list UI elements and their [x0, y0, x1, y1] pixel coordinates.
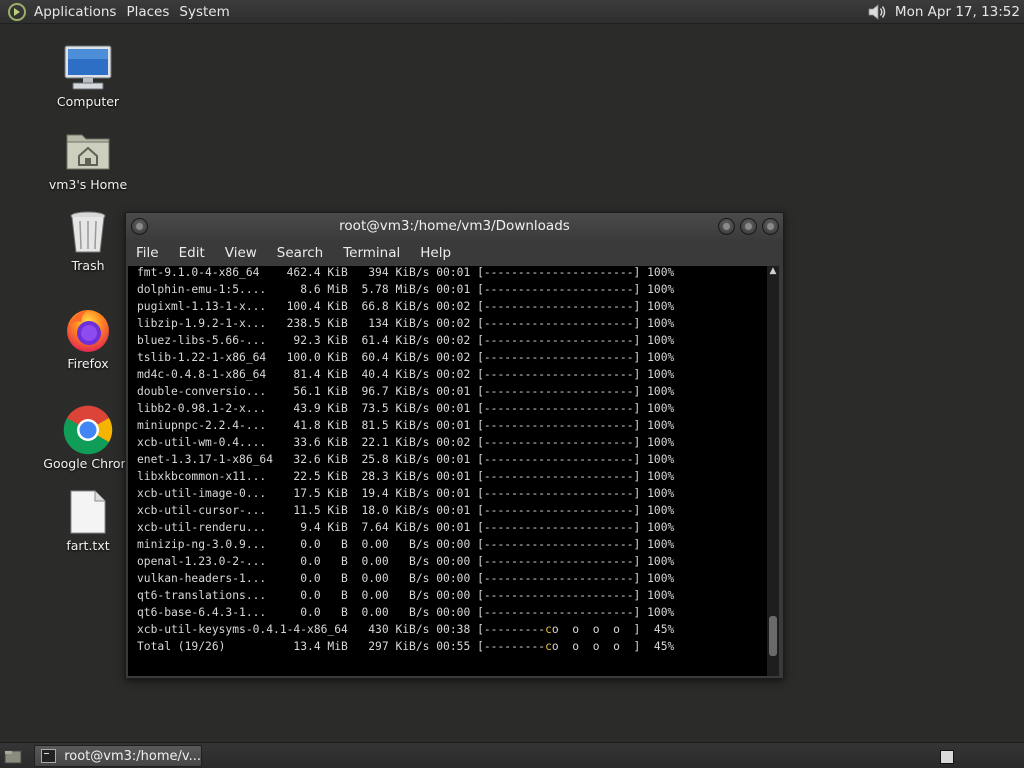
progress-suffix: o o o o ] 45% [551, 623, 675, 636]
progress-suffix: o o o o ] 45% [551, 640, 675, 653]
terminal-line: xcb-util-wm-0.4.... 33.6 KiB 22.1 KiB/s … [137, 436, 675, 449]
top-panel: Applications Places System Mon Apr 17, 1… [0, 0, 1024, 24]
minimize-icon[interactable] [718, 218, 735, 235]
window-menu-icon[interactable] [131, 218, 148, 235]
home-folder-icon [62, 127, 114, 175]
terminal-line: fmt-9.1.0-4-x86_64 462.4 KiB 394 KiB/s 0… [137, 266, 675, 279]
desktop-icon-label: Google Chrom [43, 456, 133, 471]
system-menu[interactable]: System [179, 4, 237, 20]
terminal-menubar: File Edit View Search Terminal Help [126, 239, 783, 266]
menu-view[interactable]: View [215, 245, 267, 261]
menu-file[interactable]: File [126, 245, 169, 261]
firefox-icon [62, 306, 114, 354]
volume-icon[interactable] [865, 0, 889, 24]
progress-prefix: xcb-util-keysyms-0.4.1-4-x86_64 430 KiB/… [137, 623, 546, 636]
chrome-icon [62, 405, 114, 455]
terminal-line: openal-1.23.0-2-... 0.0 B 0.00 B/s 00:00… [137, 555, 675, 568]
terminal-line: bluez-libs-5.66-... 92.3 KiB 61.4 KiB/s … [137, 334, 675, 347]
terminal-line: xcb-util-image-0... 17.5 KiB 19.4 KiB/s … [137, 487, 675, 500]
taskbar-button-label: root@vm3:/home/v... [64, 748, 201, 764]
taskbar-terminal-button[interactable]: root@vm3:/home/v... [34, 745, 202, 767]
desktop-icon-label: fart.txt [66, 538, 110, 553]
bottom-panel: root@vm3:/home/v... [0, 742, 1024, 768]
trash-icon [62, 208, 114, 256]
scroll-up-arrow-icon[interactable]: ▲ [768, 266, 778, 276]
menu-search[interactable]: Search [267, 245, 333, 261]
desktop-icon-label: Trash [71, 258, 105, 273]
menu-help[interactable]: Help [410, 245, 461, 261]
desktop-icon-chrome[interactable]: Google Chrom [38, 405, 138, 471]
terminal-line: libzip-1.9.2-1-x... 238.5 KiB 134 KiB/s … [137, 317, 675, 330]
terminal-scrollbar[interactable]: ▲ [767, 266, 779, 676]
terminal-line: libxkbcommon-x11... 22.5 KiB 28.3 KiB/s … [137, 470, 675, 483]
terminal-line: miniupnpc-2.2.4-... 41.8 KiB 81.5 KiB/s … [137, 419, 675, 432]
computer-icon [62, 44, 114, 92]
pacman-glyph: c [545, 623, 552, 636]
terminal-line: minizip-ng-3.0.9... 0.0 B 0.00 B/s 00:00… [137, 538, 675, 551]
terminal-line: pugixml-1.13-1-x... 100.4 KiB 66.8 KiB/s… [137, 300, 675, 313]
desktop-icon-home[interactable]: vm3's Home [38, 127, 138, 192]
terminal-progress-line: Total (19/26) 13.4 MiB 297 KiB/s 00:55 [… [137, 638, 674, 655]
close-icon[interactable] [762, 218, 779, 235]
terminal-line: xcb-util-renderu... 9.4 KiB 7.64 KiB/s 0… [137, 521, 675, 534]
terminal-line: qt6-translations... 0.0 B 0.00 B/s 00:00… [137, 589, 675, 602]
maximize-icon[interactable] [740, 218, 757, 235]
terminal-window[interactable]: root@vm3:/home/vm3/Downloads File Edit V… [125, 212, 784, 679]
terminal-titlebar[interactable]: root@vm3:/home/vm3/Downloads [126, 213, 783, 239]
main-menu-logo-icon[interactable] [6, 1, 28, 23]
desktop-icon-label: Computer [56, 94, 120, 109]
desktop-icon-firefox[interactable]: Firefox [38, 306, 138, 371]
terminal-output[interactable]: fmt-9.1.0-4-x86_64 462.4 KiB 394 KiB/s 0… [128, 266, 769, 676]
scrollbar-thumb[interactable] [769, 616, 777, 656]
terminal-line: double-conversio... 56.1 KiB 96.7 KiB/s … [137, 385, 675, 398]
workspace-switcher[interactable] [940, 750, 954, 764]
terminal-line: vulkan-headers-1... 0.0 B 0.00 B/s 00:00… [137, 572, 675, 585]
clock[interactable]: Mon Apr 17, 13:52 [895, 4, 1020, 20]
show-desktop-icon[interactable] [4, 748, 22, 764]
menu-terminal[interactable]: Terminal [333, 245, 410, 261]
applications-menu[interactable]: Applications [34, 4, 124, 20]
window-title: root@vm3:/home/vm3/Downloads [339, 218, 570, 234]
terminal-line: md4c-0.4.8-1-x86_64 81.4 KiB 40.4 KiB/s … [137, 368, 675, 381]
progress-prefix: Total (19/26) 13.4 MiB 297 KiB/s 00:55 [… [137, 640, 546, 653]
places-menu[interactable]: Places [126, 4, 177, 20]
terminal-line: enet-1.3.17-1-x86_64 32.6 KiB 25.8 KiB/s… [137, 453, 675, 466]
desktop-icon-label: Firefox [67, 356, 109, 371]
terminal-line: xcb-util-cursor-... 11.5 KiB 18.0 KiB/s … [137, 504, 675, 517]
terminal-line: dolphin-emu-1:5.... 8.6 MiB 5.78 MiB/s 0… [137, 283, 675, 296]
pacman-glyph: c [545, 640, 552, 653]
text-file-icon [62, 488, 114, 536]
menu-edit[interactable]: Edit [169, 245, 215, 261]
desktop-icon-label: vm3's Home [48, 177, 128, 192]
terminal-icon [41, 749, 57, 763]
desktop-icon-computer[interactable]: Computer [38, 44, 138, 109]
desktop-icon-fart-txt[interactable]: fart.txt [38, 488, 138, 553]
terminal-line: qt6-base-6.4.3-1... 0.0 B 0.00 B/s 00:00… [137, 606, 675, 619]
terminal-line: libb2-0.98.1-2-x... 43.9 KiB 73.5 KiB/s … [137, 402, 675, 415]
terminal-line: tslib-1.22-1-x86_64 100.0 KiB 60.4 KiB/s… [137, 351, 675, 364]
terminal-progress-line: xcb-util-keysyms-0.4.1-4-x86_64 430 KiB/… [137, 621, 674, 638]
desktop-icon-trash[interactable]: Trash [38, 208, 138, 273]
